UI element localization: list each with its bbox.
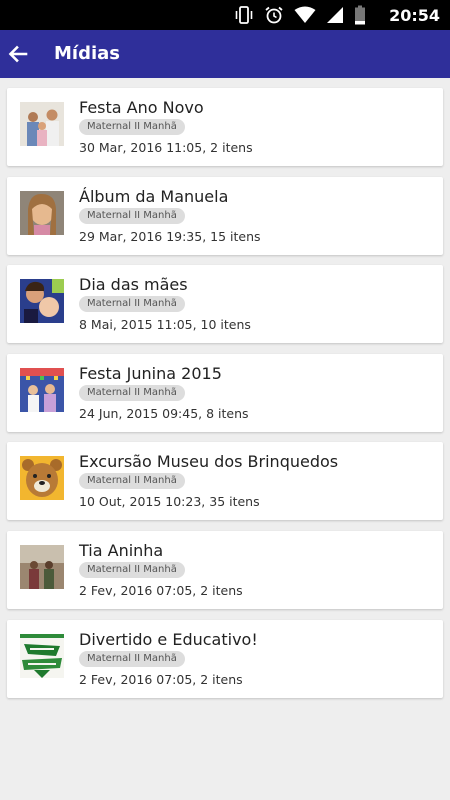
class-badge: Maternal II Manhã xyxy=(79,384,185,401)
album-thumbnail xyxy=(20,279,64,324)
battery-icon xyxy=(355,5,365,25)
album-thumbnail xyxy=(20,456,64,501)
class-badge: Maternal II Manhã xyxy=(79,119,185,135)
album-meta: 29 Mar, 2016 19:35, 15 itens xyxy=(79,228,261,244)
album-thumbnail xyxy=(20,633,64,678)
arrow-back-icon xyxy=(8,45,28,63)
album-list: Festa Ano Novo Maternal II Manhã 30 Mar,… xyxy=(7,88,443,708)
album-meta: 8 Mai, 2015 11:05, 10 itens xyxy=(79,317,251,333)
album-meta: 2 Fev, 2016 07:05, 2 itens xyxy=(79,671,243,687)
status-time: 20:54 xyxy=(389,6,440,25)
album-meta: 10 Out, 2015 10:23, 35 itens xyxy=(79,494,260,510)
class-badge: Maternal II Manhã xyxy=(79,296,185,313)
album-title: Festa Ano Novo xyxy=(79,98,204,117)
signal-icon xyxy=(327,7,343,23)
album-thumbnail xyxy=(20,190,64,235)
album-meta: 24 Jun, 2015 09:45, 8 itens xyxy=(79,405,249,421)
page-title: Mídias xyxy=(54,43,120,64)
album-title: Festa Junina 2015 xyxy=(79,363,222,383)
album-title: Dia das mães xyxy=(79,275,188,295)
album-card[interactable]: Festa Junina 2015 Maternal II Manhã 24 J… xyxy=(7,353,443,432)
class-badge: Maternal II Manhã xyxy=(79,650,185,667)
vibrate-icon xyxy=(235,6,253,24)
status-bar: 20:54 xyxy=(0,0,450,30)
status-icons xyxy=(234,5,366,25)
album-title: Álbum da Manuela xyxy=(79,186,229,206)
back-button[interactable] xyxy=(2,38,34,70)
album-card[interactable]: Divertido e Educativo! Maternal II Manhã… xyxy=(7,619,443,698)
album-thumbnail xyxy=(20,367,64,412)
class-badge: Maternal II Manhã xyxy=(79,473,185,490)
album-title: Tia Aninha xyxy=(79,540,164,560)
app-bar: Mídias xyxy=(0,30,450,78)
album-card[interactable]: Excursão Museu dos Brinquedos Maternal I… xyxy=(7,442,443,521)
album-thumbnail xyxy=(20,102,64,146)
class-badge: Maternal II Manhã xyxy=(79,207,185,224)
album-title: Excursão Museu dos Brinquedos xyxy=(79,452,339,472)
album-thumbnail xyxy=(20,544,64,589)
alarm-icon xyxy=(265,6,283,24)
class-badge: Maternal II Manhã xyxy=(79,561,185,578)
album-card[interactable]: Dia das mães Maternal II Manhã 8 Mai, 20… xyxy=(7,265,443,344)
album-meta: 2 Fev, 2016 07:05, 2 itens xyxy=(79,582,243,598)
wifi-icon xyxy=(294,6,316,23)
album-card[interactable]: Festa Ano Novo Maternal II Manhã 30 Mar,… xyxy=(7,88,443,166)
album-meta: 30 Mar, 2016 11:05, 2 itens xyxy=(79,140,253,155)
album-card[interactable]: Tia Aninha Maternal II Manhã 2 Fev, 2016… xyxy=(7,530,443,609)
album-title: Divertido e Educativo! xyxy=(79,629,258,649)
album-card[interactable]: Álbum da Manuela Maternal II Manhã 29 Ma… xyxy=(7,176,443,255)
